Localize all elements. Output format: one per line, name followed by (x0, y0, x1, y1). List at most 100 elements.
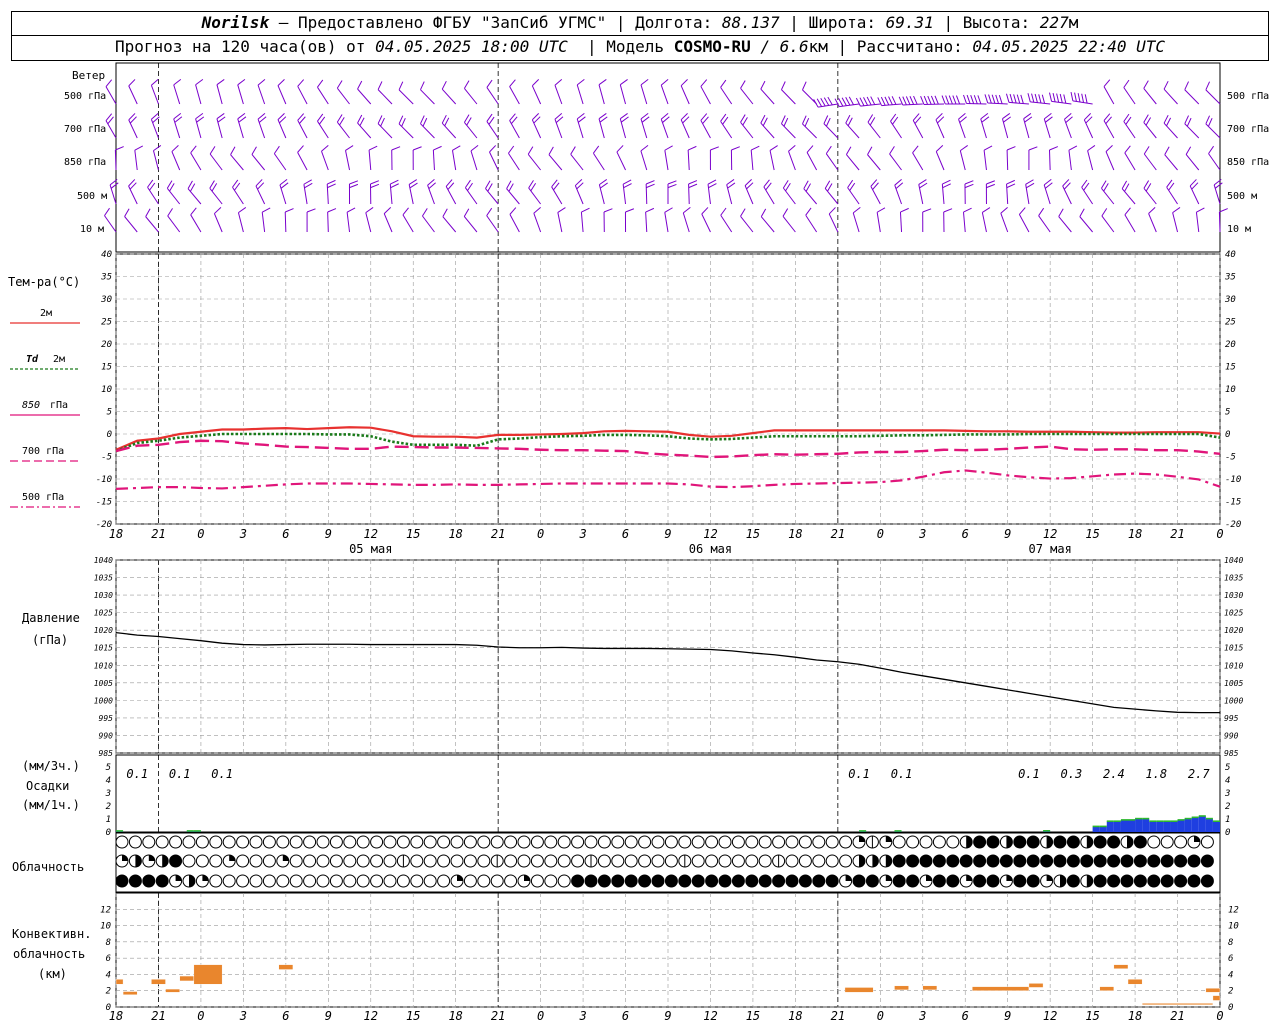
wind-barb-feather (1145, 117, 1152, 126)
wind-barb (109, 184, 117, 205)
wind-barb (1218, 211, 1221, 233)
wind-barb-feather (1143, 180, 1150, 189)
temp-tick-label-right: 35 (1224, 273, 1236, 283)
wind-barb (554, 85, 563, 105)
conv-tick-label: 8 (106, 938, 111, 948)
pressure-tick-label-right: 990 (1224, 731, 1239, 740)
conv-cloud-bar (894, 985, 909, 991)
wind-barb (1051, 100, 1072, 105)
wind-barb-feather (1005, 93, 1010, 103)
cloud-title: Облачность (12, 860, 84, 874)
wind-barb (1103, 120, 1115, 139)
wind-barb-feather (463, 114, 470, 123)
wind-barb-feather (966, 94, 971, 104)
precip-bar (1142, 819, 1150, 832)
wind-barb-feather (216, 79, 225, 86)
wind-barb-feather (970, 95, 975, 104)
wind-barb-feather (760, 208, 767, 217)
cloud-symbol (1120, 854, 1134, 868)
wind-barb-feather (383, 207, 392, 214)
cloud-symbols (115, 835, 1214, 888)
wind-barb-feather (509, 79, 516, 87)
cloud-symbol (329, 874, 343, 888)
cloud-symbol (423, 874, 437, 888)
cloud-symbol-mark (122, 855, 128, 861)
pressure-tick-label: 1020 (94, 626, 113, 635)
wind-barb-feather (1009, 93, 1014, 103)
wind-barb-feather (952, 95, 957, 105)
wind-barb-feather (1105, 145, 1113, 152)
wind-barb-feather (760, 80, 766, 90)
wind-barb (1189, 185, 1200, 205)
cloud-symbol (731, 854, 745, 868)
wind-barb-feather (708, 183, 717, 189)
wind-barb-feather (935, 144, 944, 152)
wind-barb-feather (788, 144, 796, 152)
wind-barb-feather (508, 145, 515, 154)
precip-bar-top (894, 830, 902, 832)
cloud-symbol (1133, 874, 1147, 888)
cloud-symbol-mark (1127, 836, 1133, 848)
wind-barb-feather (880, 96, 886, 106)
conv-tick-label-right: 12 (1228, 905, 1239, 915)
wind-barb-feather (273, 145, 280, 154)
conv-tick-label: 4 (106, 970, 111, 980)
cloud-symbol (209, 874, 223, 888)
cloud-symbol (1160, 854, 1174, 868)
time-tick-label: 21 (831, 527, 845, 541)
wind-barb-feather (941, 95, 946, 105)
wind-barb (987, 102, 1008, 105)
precip-bar-top (193, 830, 201, 832)
wind-barb-feather (171, 144, 179, 152)
time-tick-label: 21 (491, 527, 505, 541)
wind-barb-feather (1034, 93, 1038, 103)
wind-barb-feather (1163, 80, 1169, 90)
wind-barb-feather (700, 79, 708, 87)
conv-title1: Конвективн. (12, 927, 91, 941)
wind-barb (171, 151, 181, 171)
cloud-symbol (798, 854, 812, 868)
wind-barb-feather (124, 208, 130, 217)
wind-barb-feather (1166, 117, 1172, 127)
cloud-symbol (249, 835, 263, 849)
wind-barb-feather (1124, 183, 1130, 192)
cloud-symbol (638, 835, 652, 849)
cloud-symbol (1013, 874, 1027, 888)
precip-bar-top (186, 830, 194, 832)
legend-td-it: Td (26, 354, 39, 365)
time-tick-label: 12 (364, 527, 378, 541)
wind-barb-feather (470, 144, 479, 152)
wind-barb-feather (463, 80, 470, 89)
cloud-symbol (544, 874, 558, 888)
cloud-symbol-mark (1046, 875, 1053, 881)
precip-tick-label: 2 (106, 802, 111, 812)
wind-barb (1205, 123, 1221, 139)
temp-tick-label: 15 (101, 363, 112, 373)
pressure-tick-label-right: 1035 (1224, 574, 1243, 583)
wind-level-label: 10 м (80, 224, 104, 235)
wind-barb (1164, 154, 1178, 171)
wind-barb (592, 152, 605, 171)
conv-cloud-bar (193, 964, 223, 985)
cloud-symbol (195, 854, 209, 868)
cloud-symbol (1187, 854, 1201, 868)
wind-barb-feather (169, 183, 175, 192)
cloud-symbol-mark (229, 855, 236, 861)
wind-barb (255, 185, 266, 205)
wind-barb (345, 150, 351, 171)
wind-barb (687, 150, 690, 171)
wind-barb-feather (960, 145, 968, 152)
wind-barb-feather (1013, 94, 1017, 104)
cloud-symbol-mark (1194, 836, 1200, 842)
time-tick-label: 18 (788, 527, 802, 541)
precip-bar (1128, 820, 1136, 832)
wind-barb (846, 154, 860, 171)
wind-barb-feather (452, 145, 461, 151)
wind-barb-feather (902, 96, 907, 106)
wind-barb (1018, 214, 1030, 233)
wind-barb-feather (1124, 207, 1131, 216)
wind-barb-feather (889, 146, 895, 155)
wind-barb-feather (640, 78, 649, 86)
precip-bar-top (1170, 820, 1178, 822)
cloud-symbol (329, 854, 343, 868)
